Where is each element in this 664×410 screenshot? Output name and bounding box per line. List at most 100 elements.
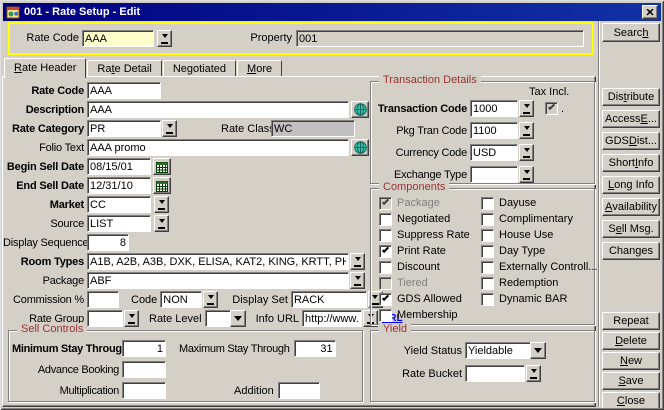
search-button[interactable]: Search (602, 23, 660, 42)
negotiated-checkbox[interactable] (379, 213, 392, 226)
day-type-checkbox[interactable] (481, 245, 494, 258)
minimum-stay-input[interactable] (122, 340, 166, 357)
repeat-button[interactable]: Repeat (602, 312, 660, 330)
transaction-details-group: Transaction Details Tax Incl. Transactio… (370, 81, 595, 184)
pkg-tran-code-lov-button[interactable] (519, 122, 534, 139)
suppress-rate-checkbox[interactable] (379, 229, 392, 242)
rate-category-lov-button[interactable] (162, 120, 177, 137)
rate-category-input[interactable] (87, 120, 161, 137)
rate-group-input[interactable] (87, 310, 123, 327)
room-types-lov-button[interactable] (350, 253, 365, 270)
house-use-checkbox[interactable] (481, 229, 494, 242)
currency-code-input[interactable] (470, 144, 518, 161)
exchange-type-lov-button[interactable] (519, 166, 534, 183)
sell-msg-button[interactable]: Sell Msg. (602, 220, 660, 238)
component-item-gds-allowed: GDS Allowed (379, 291, 470, 307)
distribute-button[interactable]: Distribute (602, 88, 660, 106)
transaction-details-title: Transaction Details (379, 74, 481, 86)
end-sell-date-calendar-button[interactable] (153, 177, 171, 194)
access-e-button[interactable]: Access E... (602, 110, 660, 128)
print-rate-checkbox[interactable] (379, 245, 392, 258)
transaction-code-input[interactable] (470, 100, 518, 117)
folio-text-row: Folio Text (3, 139, 369, 156)
tab-more[interactable]: More (237, 60, 282, 76)
yield-title: Yield (379, 323, 411, 335)
long-info-button[interactable]: Long Info (602, 176, 660, 194)
rate-level-input[interactable] (205, 310, 231, 327)
yield-status-dropdown-button[interactable] (530, 342, 546, 359)
commission-code-input[interactable] (160, 291, 202, 308)
rate-bucket-input[interactable] (465, 365, 525, 382)
redemption-checkbox[interactable] (481, 277, 494, 290)
multiplication-input[interactable] (122, 382, 166, 399)
tab-negotiated[interactable]: Negotiated (163, 60, 236, 76)
new-button[interactable]: New (602, 352, 660, 370)
market-lov-button[interactable] (154, 196, 169, 213)
folio-text-translate-button[interactable] (351, 139, 369, 156)
description-translate-button[interactable] (351, 101, 369, 118)
folio-text-input[interactable] (87, 139, 349, 156)
multiplication-label: Multiplication (12, 385, 119, 397)
title-bar[interactable]: 001 - Rate Setup - Edit (3, 3, 661, 21)
rate-code-label: Rate Code (3, 85, 84, 97)
advance-booking-input[interactable] (122, 361, 166, 378)
day-type-label: Day Type (499, 245, 545, 257)
discount-checkbox[interactable] (379, 261, 392, 274)
dayuse-checkbox[interactable] (481, 197, 494, 210)
header-rate-code-input[interactable] (82, 30, 154, 47)
short-info-button[interactable]: Short Info (602, 154, 660, 172)
transaction-code-lov-button[interactable] (519, 100, 534, 117)
gds-allowed-checkbox[interactable] (379, 293, 392, 306)
source-lov-button[interactable] (154, 215, 169, 232)
source-label: Source (3, 218, 84, 230)
commission-code-lov-button[interactable] (203, 291, 218, 308)
rate-level-label: Rate Level (149, 313, 202, 325)
begin-sell-date-calendar-button[interactable] (153, 158, 171, 175)
rate-code-input[interactable] (87, 82, 161, 99)
begin-sell-date-input[interactable] (87, 158, 151, 175)
package-lov-button[interactable] (350, 272, 365, 289)
yield-group: Yield Yield Status Rate Bucket (370, 330, 595, 402)
delete-button[interactable]: Delete (602, 332, 660, 350)
calendar-icon (156, 161, 168, 173)
end-sell-date-row: End Sell Date (3, 177, 171, 194)
rate-bucket-lov-button[interactable] (526, 365, 541, 382)
market-input[interactable] (87, 196, 151, 213)
package-row: Package (3, 272, 365, 289)
save-button[interactable]: Save (602, 372, 660, 390)
market-label: Market (3, 199, 84, 211)
complimentary-checkbox[interactable] (481, 213, 494, 226)
pkg-tran-code-input[interactable] (470, 122, 518, 139)
rate-level-dropdown-button[interactable] (230, 310, 246, 327)
end-sell-date-input[interactable] (87, 177, 151, 194)
addition-input[interactable] (278, 382, 320, 399)
availability-button[interactable]: Availability (602, 198, 660, 216)
buttons-top: Search (602, 23, 660, 46)
source-input[interactable] (87, 215, 151, 232)
room-types-input[interactable] (87, 253, 349, 270)
rate-class-field (271, 120, 355, 137)
exchange-type-input[interactable] (470, 166, 518, 183)
header-rate-code-lov-button[interactable] (157, 30, 172, 47)
tab-rate-header[interactable]: Rate Header (4, 58, 86, 78)
dynamic-bar-label: Dynamic BAR (499, 293, 567, 305)
begin-sell-date-row: Begin Sell Date (3, 158, 171, 175)
changes-button[interactable]: Changes (602, 242, 660, 260)
package-input[interactable] (87, 272, 349, 289)
close-button[interactable] (642, 5, 658, 19)
membership-checkbox[interactable] (379, 309, 392, 322)
info-url-input[interactable] (302, 310, 362, 327)
yield-status-input[interactable] (465, 342, 531, 359)
tab-rate-detail[interactable]: Rate Detail (87, 60, 161, 76)
rate-group-lov-button[interactable] (124, 310, 139, 327)
dynamic-bar-checkbox[interactable] (481, 293, 494, 306)
display-set-input[interactable] (291, 291, 367, 308)
externally-controll-checkbox[interactable] (481, 261, 494, 274)
gds-dist-button[interactable]: GDS Dist... (602, 132, 660, 150)
description-input[interactable] (87, 101, 349, 118)
close-button[interactable]: Close (602, 392, 660, 410)
commission-input[interactable] (87, 291, 119, 308)
maximum-stay-input[interactable] (294, 340, 336, 357)
currency-code-lov-button[interactable] (519, 144, 534, 161)
display-sequence-input[interactable] (87, 234, 129, 251)
